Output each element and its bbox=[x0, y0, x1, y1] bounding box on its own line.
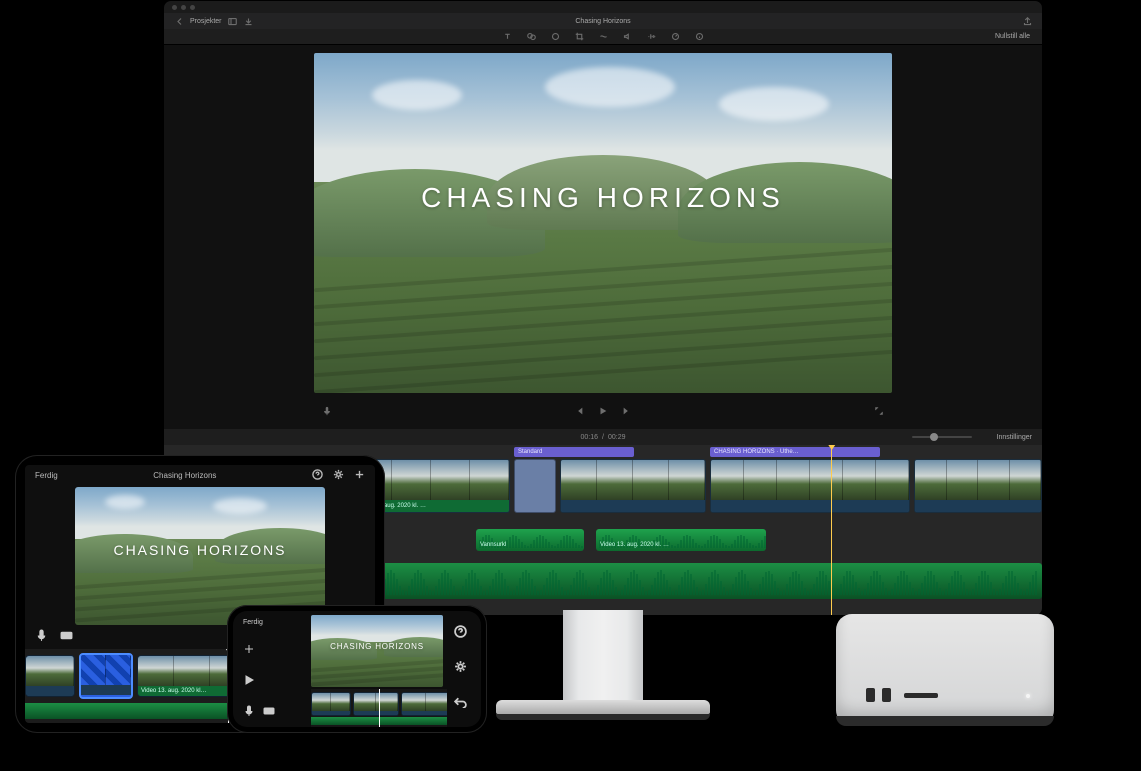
project-title: Chasing Horizons bbox=[575, 18, 630, 25]
audio-label: Vannsurkl bbox=[476, 539, 584, 551]
titles-icon[interactable] bbox=[502, 32, 512, 42]
time-current: 00:16 bbox=[580, 434, 598, 441]
iphone-right-controls bbox=[447, 611, 481, 727]
audio-clip[interactable]: Video 13. aug. 2020 kl. … bbox=[596, 529, 766, 551]
play-icon[interactable] bbox=[598, 406, 608, 416]
info-icon[interactable] bbox=[694, 32, 704, 42]
iphone-device: Ferdig CHASING HORIZONS bbox=[227, 605, 487, 733]
preview-viewer: CHASING HORIZONS bbox=[164, 45, 1042, 429]
video-clip[interactable] bbox=[560, 459, 706, 513]
iphone-playhead[interactable] bbox=[379, 689, 380, 727]
speed-icon[interactable] bbox=[670, 32, 680, 42]
time-readout-row: 00:16 / 00:29 Innstillinger bbox=[164, 429, 1042, 445]
filters-icon[interactable] bbox=[526, 32, 536, 42]
volume-icon[interactable] bbox=[622, 32, 632, 42]
done-button[interactable]: Ferdig bbox=[35, 471, 58, 480]
ipad-project-title: Chasing Horizons bbox=[153, 471, 216, 480]
iphone-mic-icon[interactable] bbox=[243, 705, 255, 719]
add-icon[interactable] bbox=[354, 469, 365, 482]
usb-c-port-icon bbox=[866, 688, 875, 702]
back-icon[interactable] bbox=[174, 16, 184, 26]
library-icon[interactable] bbox=[228, 16, 238, 26]
ipad-title-overlay: CHASING HORIZONS bbox=[75, 542, 325, 558]
back-label[interactable]: Prosjekter bbox=[190, 18, 222, 25]
iphone-play-icon[interactable] bbox=[243, 674, 255, 688]
usb-c-port-icon bbox=[882, 688, 891, 702]
import-icon[interactable] bbox=[244, 16, 254, 26]
monitor-stand-neck bbox=[563, 610, 643, 705]
time-total: 00:29 bbox=[608, 434, 626, 441]
iphone-title-overlay: CHASING HORIZONS bbox=[311, 642, 443, 651]
playhead[interactable] bbox=[831, 445, 832, 616]
crop-icon[interactable] bbox=[574, 32, 584, 42]
close-dot[interactable] bbox=[172, 5, 177, 10]
monitor-stand-foot bbox=[496, 700, 710, 714]
title-clip[interactable]: Standard bbox=[514, 447, 634, 457]
reset-button[interactable]: Nullstill alle bbox=[995, 33, 1030, 40]
iphone-add-icon[interactable] bbox=[243, 643, 255, 657]
video-title-overlay: CHASING HORIZONS bbox=[314, 182, 892, 214]
ipad-clip[interactable] bbox=[25, 655, 75, 697]
title-clip[interactable]: CHASING HORIZONS · Uthe… bbox=[710, 447, 880, 457]
video-clip[interactable] bbox=[710, 459, 910, 513]
inspector-toolbar: Nullstill alle bbox=[164, 29, 1042, 45]
ipad-clip[interactable] bbox=[79, 653, 133, 699]
app-titlebar: Prosjekter Chasing Horizons bbox=[164, 13, 1042, 29]
fullscreen-icon[interactable] bbox=[874, 406, 884, 416]
prev-frame-icon[interactable] bbox=[574, 406, 584, 416]
next-frame-icon[interactable] bbox=[622, 406, 632, 416]
zoom-slider[interactable] bbox=[912, 436, 972, 438]
iphone-clip[interactable] bbox=[311, 692, 351, 716]
iphone-help-icon[interactable] bbox=[454, 625, 467, 643]
mac-studio-device bbox=[836, 614, 1054, 726]
gap-clip[interactable] bbox=[514, 459, 556, 513]
stabilize-icon[interactable] bbox=[598, 32, 608, 42]
sd-card-slot-icon bbox=[904, 693, 938, 698]
iphone-settings-icon[interactable] bbox=[454, 660, 467, 678]
iphone-undo-icon[interactable] bbox=[454, 695, 467, 713]
iphone-left-controls: Ferdig bbox=[233, 611, 311, 727]
noise-icon[interactable] bbox=[646, 32, 656, 42]
transport-controls bbox=[314, 397, 892, 425]
zoom-dot[interactable] bbox=[190, 5, 195, 10]
iphone-camera-icon[interactable] bbox=[263, 705, 275, 719]
share-icon[interactable] bbox=[1022, 16, 1032, 26]
color-icon[interactable] bbox=[550, 32, 560, 42]
ipad-titlebar: Ferdig Chasing Horizons bbox=[25, 465, 375, 485]
iphone-done-button[interactable]: Ferdig bbox=[243, 619, 263, 626]
audio-label: Video 13. aug. 2020 kl. … bbox=[596, 539, 766, 551]
camera-icon[interactable] bbox=[60, 629, 73, 647]
mic-icon[interactable] bbox=[35, 629, 48, 647]
preview-image bbox=[314, 53, 892, 393]
preview-frame[interactable]: CHASING HORIZONS bbox=[314, 53, 892, 393]
window-traffic-lights bbox=[164, 1, 1042, 13]
iphone-clip[interactable] bbox=[353, 692, 399, 716]
iphone-clip[interactable] bbox=[401, 692, 447, 716]
minimize-dot[interactable] bbox=[181, 5, 186, 10]
audio-clip[interactable]: Vannsurkl bbox=[476, 529, 584, 551]
settings-icon[interactable] bbox=[333, 469, 344, 482]
video-clip[interactable] bbox=[914, 459, 1042, 513]
help-icon[interactable] bbox=[312, 469, 323, 482]
iphone-timeline[interactable] bbox=[311, 689, 447, 727]
timeline-settings-button[interactable]: Innstillinger bbox=[997, 434, 1032, 441]
iphone-preview[interactable]: CHASING HORIZONS bbox=[311, 615, 443, 687]
voiceover-mic-icon[interactable] bbox=[322, 406, 332, 416]
power-led-icon bbox=[1026, 694, 1030, 698]
